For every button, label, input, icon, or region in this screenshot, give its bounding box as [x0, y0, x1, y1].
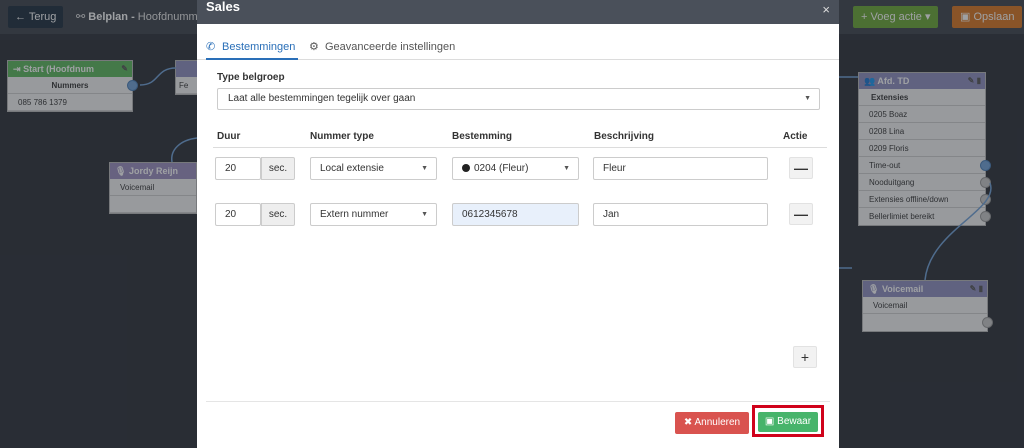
duration-input[interactable]: 20 [215, 203, 261, 226]
phone-icon: ✆ [206, 41, 216, 53]
remove-row-button[interactable]: — [789, 203, 813, 225]
remove-row-button[interactable]: — [789, 157, 813, 179]
modal-tabs: ✆ Bestemmingen ⚙ Geavanceerde instellingen [197, 34, 839, 60]
duration-unit: sec. [261, 157, 295, 180]
tab-geavanceerde-label: Geavanceerde instellingen [325, 41, 456, 53]
caret-down-icon: ▼ [804, 95, 811, 102]
cancel-button[interactable]: ✖ Annuleren [675, 412, 749, 434]
table-divider [213, 147, 827, 148]
col-duur: Duur [217, 131, 241, 142]
tab-geavanceerde[interactable]: ⚙ Geavanceerde instellingen [309, 34, 455, 60]
tab-bestemmingen-label: Bestemmingen [222, 41, 296, 53]
duration-input[interactable]: 20 [215, 157, 261, 180]
col-bestemming: Bestemming [452, 131, 513, 142]
duration-unit: sec. [261, 203, 295, 226]
col-beschrijving: Beschrijving [594, 131, 655, 142]
modal-title: Sales [206, 0, 240, 14]
status-dot-icon [462, 164, 470, 172]
modal-header: Sales × [197, 0, 839, 24]
caret-down-icon: ▼ [421, 211, 428, 218]
number-type-value: Extern nummer [320, 209, 389, 220]
caret-down-icon: ▼ [421, 165, 428, 172]
add-row-button[interactable]: + [793, 346, 817, 368]
destination-input[interactable]: 0612345678 [452, 203, 579, 226]
floppy-icon: ▣ [764, 416, 775, 427]
x-icon: ✖ [683, 417, 693, 428]
number-type-value: Local extensie [320, 163, 384, 174]
number-type-select[interactable]: Local extensie ▼ [310, 157, 437, 180]
cancel-button-label: Annuleren [694, 417, 741, 428]
tab-bestemmingen[interactable]: ✆ Bestemmingen [206, 34, 298, 60]
description-input[interactable]: Jan [593, 203, 768, 226]
gear-icon: ⚙ [309, 41, 319, 53]
number-type-select[interactable]: Extern nummer ▼ [310, 203, 437, 226]
group-type-select[interactable]: Laat alle bestemmingen tegelijk over gaa… [217, 88, 820, 110]
save-button-label: Bewaar [777, 416, 812, 427]
destination-select[interactable]: 0204 (Fleur) ▼ [452, 157, 579, 180]
highlight-box: ▣ Bewaar [752, 405, 824, 437]
save-button[interactable]: ▣ Bewaar [758, 412, 818, 432]
group-type-value: Laat alle bestemmingen tegelijk over gaa… [228, 93, 416, 104]
description-input[interactable]: Fleur [593, 157, 768, 180]
destination-value: 0204 (Fleur) [474, 163, 529, 174]
group-type-label: Type belgroep [217, 72, 285, 83]
close-icon[interactable]: × [822, 2, 830, 17]
caret-down-icon: ▼ [563, 165, 570, 172]
col-actie: Actie [783, 131, 808, 142]
sales-modal: Sales × ✆ Bestemmingen ⚙ Geavanceerde inst… [197, 0, 839, 448]
col-nummer-type: Nummer type [310, 131, 374, 142]
footer-divider [206, 401, 830, 402]
